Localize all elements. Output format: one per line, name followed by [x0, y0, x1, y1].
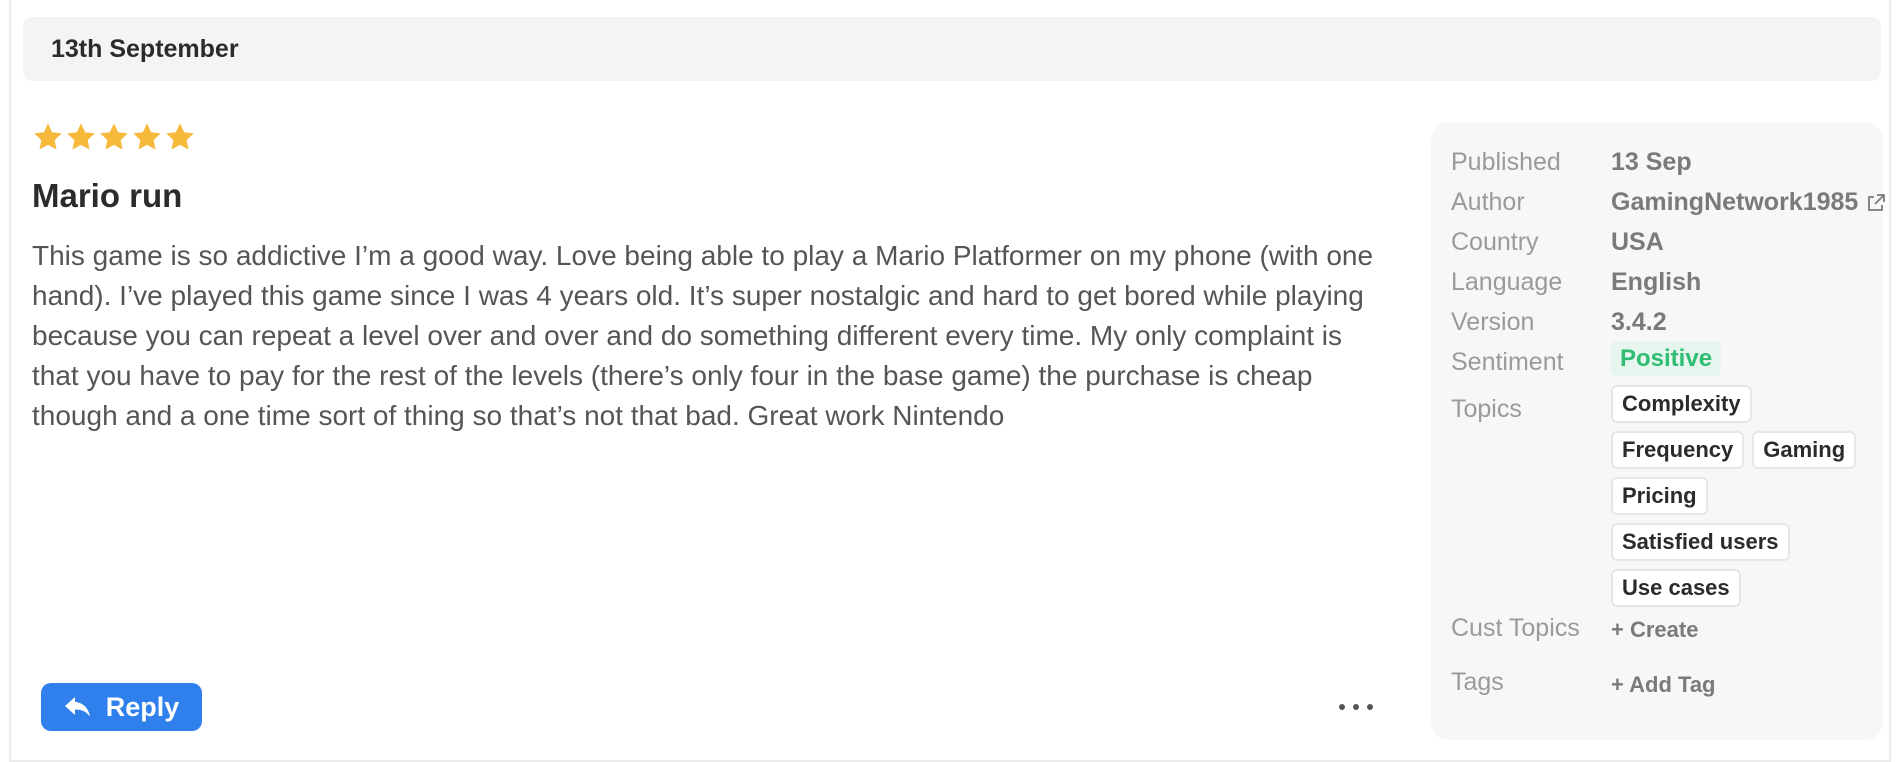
- star-icon: [133, 123, 161, 150]
- meta-tags: Tags + Add Tag: [1451, 668, 1716, 698]
- star-icon: [67, 123, 95, 150]
- sentiment-label: Sentiment: [1451, 348, 1564, 376]
- review-metadata-panel: Published 13 Sep Author GamingNetwork198…: [1431, 122, 1886, 740]
- meta-country: Country USA: [1451, 228, 1664, 257]
- meta-author: Author GamingNetwork1985: [1451, 188, 1886, 217]
- language-value: English: [1611, 268, 1702, 296]
- reply-button[interactable]: Reply: [41, 683, 202, 731]
- topic-chip[interactable]: Satisfied users: [1611, 523, 1790, 561]
- review-body: This game is so addictive I’m a good way…: [32, 240, 1374, 431]
- external-link-icon: [1868, 193, 1886, 211]
- review-content: Mario run This game is so addictive I’m …: [32, 118, 1392, 738]
- author-link[interactable]: GamingNetwork1985: [1611, 188, 1886, 217]
- author-label: Author: [1451, 188, 1525, 216]
- published-value: 13 Sep: [1611, 148, 1692, 176]
- version-value: 3.4.2: [1611, 308, 1667, 336]
- meta-version: Version 3.4.2: [1451, 308, 1667, 337]
- date-header-label: 13th September: [51, 34, 239, 63]
- add-tag-button[interactable]: + Add Tag: [1611, 672, 1716, 698]
- review-title: Mario run: [32, 177, 183, 214]
- more-dot: [1367, 704, 1373, 710]
- topic-chip[interactable]: Gaming: [1752, 431, 1857, 469]
- country-value: USA: [1611, 228, 1664, 256]
- cust-topics-label: Cust Topics: [1451, 614, 1580, 642]
- date-header: 13th September: [23, 17, 1881, 81]
- topic-chip[interactable]: Use cases: [1611, 569, 1741, 607]
- star-icon: [100, 123, 128, 150]
- published-label: Published: [1451, 148, 1561, 176]
- topic-chip[interactable]: Frequency: [1611, 431, 1745, 469]
- topics-label: Topics: [1451, 395, 1522, 423]
- more-dot: [1339, 704, 1345, 710]
- language-label: Language: [1451, 268, 1563, 296]
- review-card: 13th September Mario run This game is so…: [9, 0, 1891, 762]
- meta-published: Published 13 Sep: [1451, 148, 1692, 177]
- tags-label: Tags: [1451, 668, 1504, 696]
- meta-sentiment: Sentiment Positive: [1451, 341, 1722, 377]
- more-options-button[interactable]: [1339, 696, 1373, 718]
- more-dot: [1353, 704, 1359, 710]
- create-cust-topic-button[interactable]: + Create: [1611, 617, 1698, 643]
- reply-icon: [64, 697, 90, 717]
- topic-chip[interactable]: Pricing: [1611, 477, 1708, 515]
- reply-button-label: Reply: [105, 691, 180, 722]
- topics-list: Complexity Frequency Gaming Pricing Sati…: [1611, 385, 1881, 607]
- topic-chip[interactable]: Complexity: [1611, 385, 1752, 423]
- author-value: GamingNetwork1985: [1611, 188, 1859, 216]
- sentiment-badge: Positive: [1611, 341, 1722, 376]
- star-icon: [34, 123, 62, 150]
- country-label: Country: [1451, 228, 1539, 256]
- meta-topics: Topics: [1451, 395, 1611, 424]
- star-rating: [32, 118, 1392, 156]
- version-label: Version: [1451, 308, 1535, 336]
- meta-language: Language English: [1451, 268, 1701, 297]
- meta-cust-topics: Cust Topics + Create: [1451, 614, 1698, 643]
- star-icon: [166, 123, 194, 150]
